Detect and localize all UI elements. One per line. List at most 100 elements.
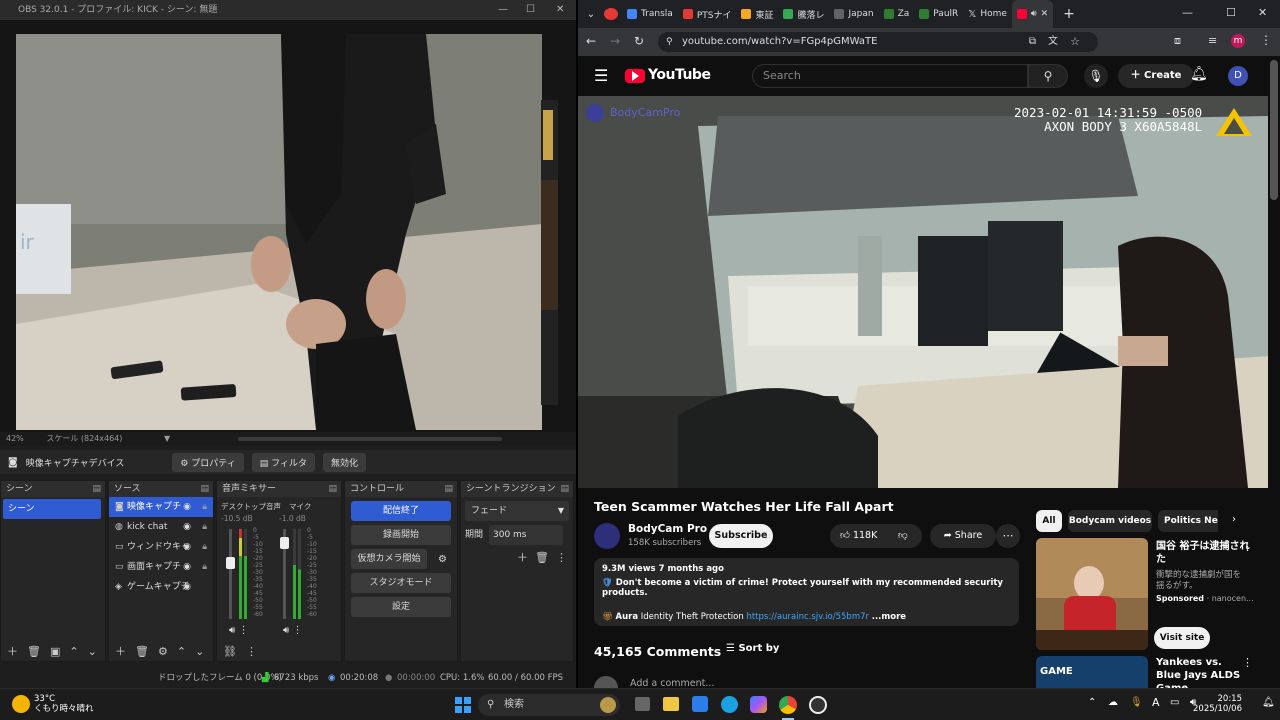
youtube-logo-text[interactable]: YouTube (648, 67, 711, 83)
search-input[interactable]: Search (752, 64, 1028, 88)
ime-indicator[interactable]: A (1152, 696, 1160, 709)
task-view-icon[interactable] (635, 697, 650, 711)
tab[interactable]: Za (879, 0, 915, 28)
more-link[interactable]: ...more (872, 612, 906, 622)
studio-mode-button[interactable]: スタジオモード (351, 573, 451, 593)
pinned-tab-icon[interactable] (604, 8, 618, 20)
scene-item-active[interactable]: シーン (3, 499, 101, 519)
dislike-button[interactable]: 👎︎ (898, 524, 908, 548)
speaker-icon[interactable]: 🔊︎ ⋮ (229, 625, 248, 636)
source-item[interactable]: ◈ ゲームキャプチ ◉ (109, 577, 213, 597)
more-icon[interactable]: ⋮ (246, 645, 257, 658)
search-icon[interactable]: ⚲ (1028, 64, 1068, 88)
extensions-icon[interactable]: ⧈ (1174, 34, 1181, 48)
more-actions-icon[interactable]: ⋯ (996, 524, 1020, 548)
video-player[interactable]: BodyCamPro 2023-02-01 14:31:59 -0500 AXO… (578, 96, 1268, 488)
eye-icon[interactable]: ◉ (183, 577, 191, 597)
maximize-icon[interactable]: ☐ (1226, 6, 1236, 19)
tray-overflow-icon[interactable]: ⌃ (1088, 697, 1096, 708)
tab[interactable]: 東証 (736, 0, 778, 28)
scale-dropdown-icon[interactable]: ▼ (164, 432, 170, 446)
disable-button[interactable]: 無効化 (322, 452, 366, 472)
properties-button[interactable]: ⚙ プロパティ (172, 452, 244, 472)
source-item[interactable]: ◍ kick chat ◉ 🔒︎ (109, 517, 213, 537)
speaker-icon[interactable]: 🔊︎ ⋮ (283, 625, 302, 636)
lock-icon[interactable]: 🔒︎ (202, 557, 207, 577)
eye-icon[interactable]: ◉ (183, 557, 191, 577)
volume-slider-1[interactable] (229, 529, 232, 619)
duration-input[interactable]: 300 ms (489, 525, 563, 545)
dock-menu-icon[interactable]: ▤ (92, 481, 101, 497)
eye-icon[interactable]: ◉ (183, 497, 191, 517)
description-box[interactable]: 9.3M views 7 months ago 🛡︎ Don't become … (594, 558, 1019, 626)
network-icon[interactable]: ▭ (1170, 697, 1179, 708)
translate-icon[interactable]: 文 (1048, 32, 1058, 52)
transition-select[interactable]: フェード ▼ (465, 501, 569, 521)
chrome-icon[interactable] (779, 696, 797, 714)
page-scrollbar[interactable] (1270, 60, 1278, 200)
sort-by-button[interactable]: ☰ Sort by (726, 643, 779, 654)
edge-icon[interactable] (721, 696, 738, 713)
reading-list-icon[interactable]: ≡ (1208, 34, 1217, 47)
obs-preview[interactable]: ir (0, 20, 576, 432)
add-transition-icon[interactable]: ＋ (517, 551, 528, 564)
minimize-icon[interactable]: — (1182, 6, 1193, 19)
file-explorer-icon[interactable] (663, 697, 679, 711)
sponsor-link[interactable]: https://aurainc.sjv.io/55bm7r (746, 612, 869, 622)
eye-icon[interactable]: ◉ (183, 517, 191, 537)
eye-icon[interactable]: ◉ (183, 537, 191, 557)
tab-close-icon[interactable]: ✕ (1041, 9, 1049, 19)
dock-menu-icon[interactable]: ▤ (444, 481, 453, 497)
volume-handle-2[interactable] (280, 537, 289, 549)
dock-menu-icon[interactable]: ▤ (200, 481, 209, 497)
microphone-icon[interactable]: 🎙︎ (1084, 64, 1108, 88)
windows-start-icon[interactable] (455, 697, 471, 713)
chip-politics[interactable]: Politics New (1158, 510, 1218, 532)
remove-scene-icon[interactable]: 🗑 (27, 645, 41, 658)
more-icon[interactable]: ⋮ (556, 551, 567, 564)
notifications-bell-icon[interactable]: 🔔︎ (1190, 66, 1208, 82)
more-options-icon[interactable]: ⋮ (1242, 540, 1253, 553)
dock-menu-icon[interactable]: ▤ (560, 481, 569, 497)
ad-title[interactable]: 国谷 裕子は逮捕された (1156, 540, 1254, 566)
close-icon[interactable]: ✕ (556, 0, 564, 20)
filters-button[interactable]: ▤ フィルタ (251, 452, 315, 472)
link-icon[interactable]: ⛓ (223, 645, 237, 658)
remove-source-icon[interactable]: 🗑 (135, 645, 149, 658)
back-icon[interactable]: ← (586, 34, 596, 48)
bookmark-star-icon[interactable]: ☆ (1070, 32, 1080, 52)
channel-name[interactable]: BodyCam Pro (628, 523, 707, 535)
add-source-icon[interactable]: ＋ (115, 643, 126, 659)
chrome-menu-icon[interactable]: ⋮ (1260, 33, 1272, 47)
minimize-icon[interactable]: — (498, 0, 508, 20)
weather-icon[interactable] (12, 695, 30, 713)
start-recording-button[interactable]: 録画開始 (351, 525, 451, 545)
like-button[interactable]: 👍︎ 118K (840, 524, 877, 548)
move-up-icon[interactable]: ⌃ (69, 645, 78, 658)
source-item[interactable]: ▭ ウィンドウキャ ◉ 🔒︎ (109, 537, 213, 557)
lock-icon[interactable]: 🔒︎ (202, 497, 207, 517)
channel-avatar[interactable] (594, 523, 620, 549)
tab[interactable]: 騰落レ (778, 0, 829, 28)
url-field[interactable]: ⚲ youtube.com/watch?v=FGp4pGMWaTE ⧉ 文 ☆ (658, 32, 1098, 52)
tab-search-icon[interactable]: ⌄ (578, 9, 604, 20)
weather-widget[interactable]: 33°C くもり時々晴れ (34, 694, 94, 714)
site-info-icon[interactable]: ⚲ (666, 32, 673, 52)
scene-filter-icon[interactable]: ▣ (50, 645, 60, 658)
store-icon[interactable] (692, 696, 708, 712)
notification-bell-icon[interactable]: 🔔︎ (1262, 697, 1275, 708)
add-scene-icon[interactable]: ＋ (7, 643, 18, 659)
settings-button[interactable]: 設定 (351, 597, 451, 617)
move-down-icon[interactable]: ⌄ (88, 645, 97, 658)
copilot-icon[interactable] (750, 696, 767, 713)
chip-bodycam[interactable]: Bodycam videos (1068, 510, 1152, 532)
tab[interactable]: PaulR (914, 0, 963, 28)
tab[interactable]: PTSナイ (678, 0, 737, 28)
gear-icon[interactable]: ⚙ (438, 554, 447, 565)
create-button[interactable]: ＋ Create (1118, 64, 1194, 88)
move-up-icon[interactable]: ⌃ (177, 645, 186, 658)
source-settings-icon[interactable]: ⚙ (158, 645, 168, 658)
remove-transition-icon[interactable]: 🗑 (535, 551, 549, 564)
account-avatar[interactable]: D (1228, 66, 1248, 86)
tab-active[interactable]: 🔊︎ ✕ (1011, 0, 1054, 28)
